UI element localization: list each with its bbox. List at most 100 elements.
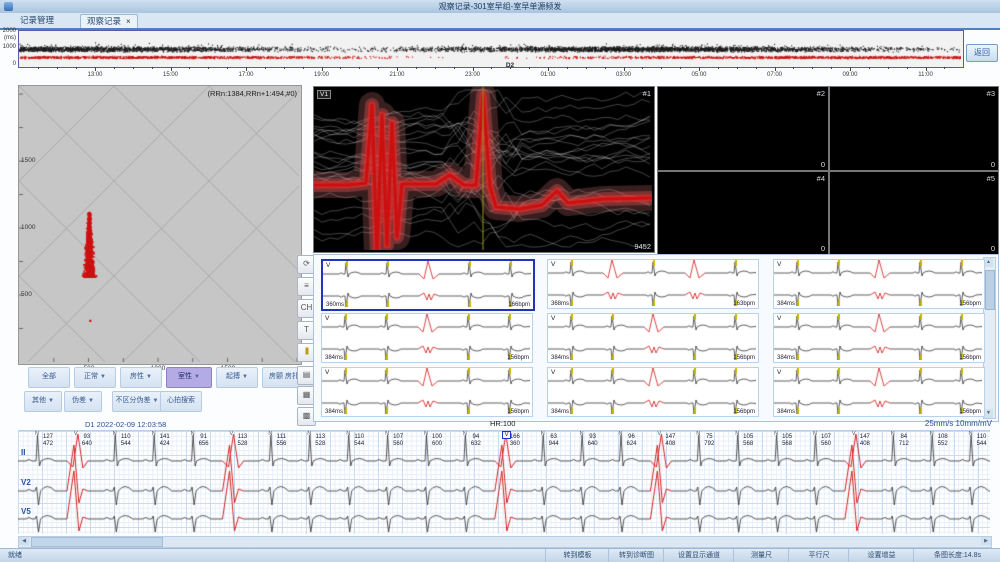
strip-lead-label: V [777,315,781,322]
poincare-info-label: (RRn:1384,RRn+1:494,#0) [208,89,297,98]
filter-button-2-2[interactable]: 不区分伪差▼ [112,391,162,412]
status-button-2[interactable]: 设置显示通道 [663,549,734,562]
lead-label-v2: V2 [21,478,31,487]
beat-marker-n: N [385,431,389,437]
beat-marker-n: N [191,431,195,437]
template-id-label: #1 [643,89,651,98]
chevron-down-icon[interactable]: ▼ [48,398,54,404]
major-tick [397,67,398,71]
pvc-strip-cell-6[interactable]: V384ms156bpm [321,367,533,417]
back-button[interactable]: 返回 [966,44,998,62]
time-tick-label: 11:00 [918,72,933,78]
poincare-plot[interactable]: (RRn:1384,RRn+1:494,#0) 1500 1000 500 [18,85,302,365]
status-button-1[interactable]: 转到诊断图 [608,549,664,562]
status-button-5[interactable]: 设置增益 [848,549,914,562]
beat-marker-n: N [268,431,272,437]
beat-marker-v[interactable]: V [502,431,512,439]
beat-marker-n: N [774,431,778,437]
time-tick-label: 01:00 [540,72,555,78]
scrollbar-thumb[interactable] [985,270,995,310]
pvc-strip-cell-5[interactable]: V384ms156bpm [773,313,985,363]
strip-coupling-ms: 384ms [325,355,343,361]
rr-time-axis: 13:0015:0017:0019:0021:0023:0001:0003:00… [18,67,964,81]
scroll-down-icon[interactable]: ▼ [984,409,993,418]
filter-button-2-3[interactable]: 心拍搜索 [160,391,202,412]
chevron-down-icon[interactable]: ▼ [88,398,94,404]
filter-button-1-2[interactable]: 房性▼ [120,367,162,388]
minor-tick [680,67,681,69]
minor-tick [38,67,39,69]
filter-button-1-0[interactable]: 全部 [28,367,70,388]
pvc-strip-cell-8[interactable]: V384ms156bpm [773,367,985,417]
strip-lead-label: V [777,261,781,268]
rr-ymin-label: 0 [0,61,16,67]
filter-button-2-0[interactable]: 其他▼ [24,391,62,412]
beat-marker-n: N [463,431,467,437]
major-tick [95,67,96,71]
strip-lead-label: V [325,315,329,322]
time-tick-label: 05:00 [691,72,706,78]
beat-marker-n: N [35,431,39,437]
template-beat-count: 9452 [634,242,651,251]
ecg-strip[interactable]: 127472N93640V110544N141424N91656N113528V… [18,430,990,534]
minor-tick [718,67,719,69]
major-tick [548,67,549,71]
chevron-down-icon[interactable]: ▼ [146,374,152,380]
status-button-0[interactable]: 转到模板 [545,549,609,562]
minor-tick [435,67,436,69]
beat-marker-n: N [930,431,934,437]
window-title: 观察记录-301室早组-室早单源频发 [0,1,1000,12]
chevron-down-icon[interactable]: ▼ [153,398,159,404]
pvc-strip-cell-2[interactable]: V384ms156bpm [773,259,985,309]
beat-marker-n: N [696,431,700,437]
beat-marker-n: N [307,431,311,437]
strip-rate-bpm: 156bpm [959,355,981,361]
poincare-ytick-1000: 1000 [21,224,35,231]
filter-button-1-4[interactable]: 起搏▼ [216,367,258,388]
time-tick-label: 09:00 [842,72,857,78]
status-button-3[interactable]: 测量尺 [733,549,789,562]
minor-tick [454,67,455,69]
ecg-scrollbar-thumb[interactable] [31,537,163,547]
pvc-strip-cell-4[interactable]: V384ms156bpm [547,313,759,363]
template-panel-5[interactable]: #50 [829,171,999,255]
chevron-down-icon[interactable]: ▼ [100,374,106,380]
rr-trend-plot[interactable] [18,30,964,68]
strip-lead-label: V [551,315,555,322]
tab-0[interactable]: 记录管理 [14,14,60,27]
pvc-strip-cell-0[interactable]: V360ms166bpm [321,259,535,311]
template-panel-4[interactable]: #40 [657,171,829,255]
pvc-strip-cell-7[interactable]: V384ms156bpm [547,367,759,417]
minor-tick [284,67,285,69]
time-tick-label: 23:00 [465,72,480,78]
time-tick-label: 07:00 [767,72,782,78]
chevron-down-icon[interactable]: ▼ [194,374,200,380]
strip-coupling-ms: 384ms [551,409,569,415]
template-panel-2[interactable]: #20 [657,86,829,171]
chevron-down-icon[interactable]: ▼ [242,374,248,380]
tab-1[interactable]: 观察记录× [80,14,138,28]
ecg-scrollbar[interactable]: ◀ ▶ [18,536,992,548]
strip-rate-bpm: 156bpm [733,355,755,361]
tab-close-icon[interactable]: × [126,17,131,26]
filter-button-1-3[interactable]: 室性▼ [166,367,212,388]
template-id-label: #4 [817,174,825,183]
scroll-up-icon[interactable]: ▲ [984,258,993,267]
status-button-4[interactable]: 平行尺 [788,549,849,562]
status-ready: 就绪 [8,549,22,562]
rr-ymax-label: 2000 [0,28,16,34]
filter-button-1-1[interactable]: 正常▼ [74,367,116,388]
strip-lead-label: V [326,262,330,269]
scroll-left-icon[interactable]: ◀ [19,537,29,545]
minor-tick [152,67,153,69]
template-main-panel[interactable]: V1 #1 9452 [313,86,655,253]
template-id-label: #5 [987,174,995,183]
pvc-strip-cell-1[interactable]: V368ms163bpm [547,259,759,309]
filter-button-2-1[interactable]: 伪差▼ [64,391,102,412]
strip-lead-label: V [551,369,555,376]
pvc-strip-cell-3[interactable]: V384ms156bpm [321,313,533,363]
minor-tick [133,67,134,69]
template-panel-3[interactable]: #30 [829,86,999,171]
time-tick-label: 03:00 [616,72,631,78]
scroll-right-icon[interactable]: ▶ [981,537,991,545]
